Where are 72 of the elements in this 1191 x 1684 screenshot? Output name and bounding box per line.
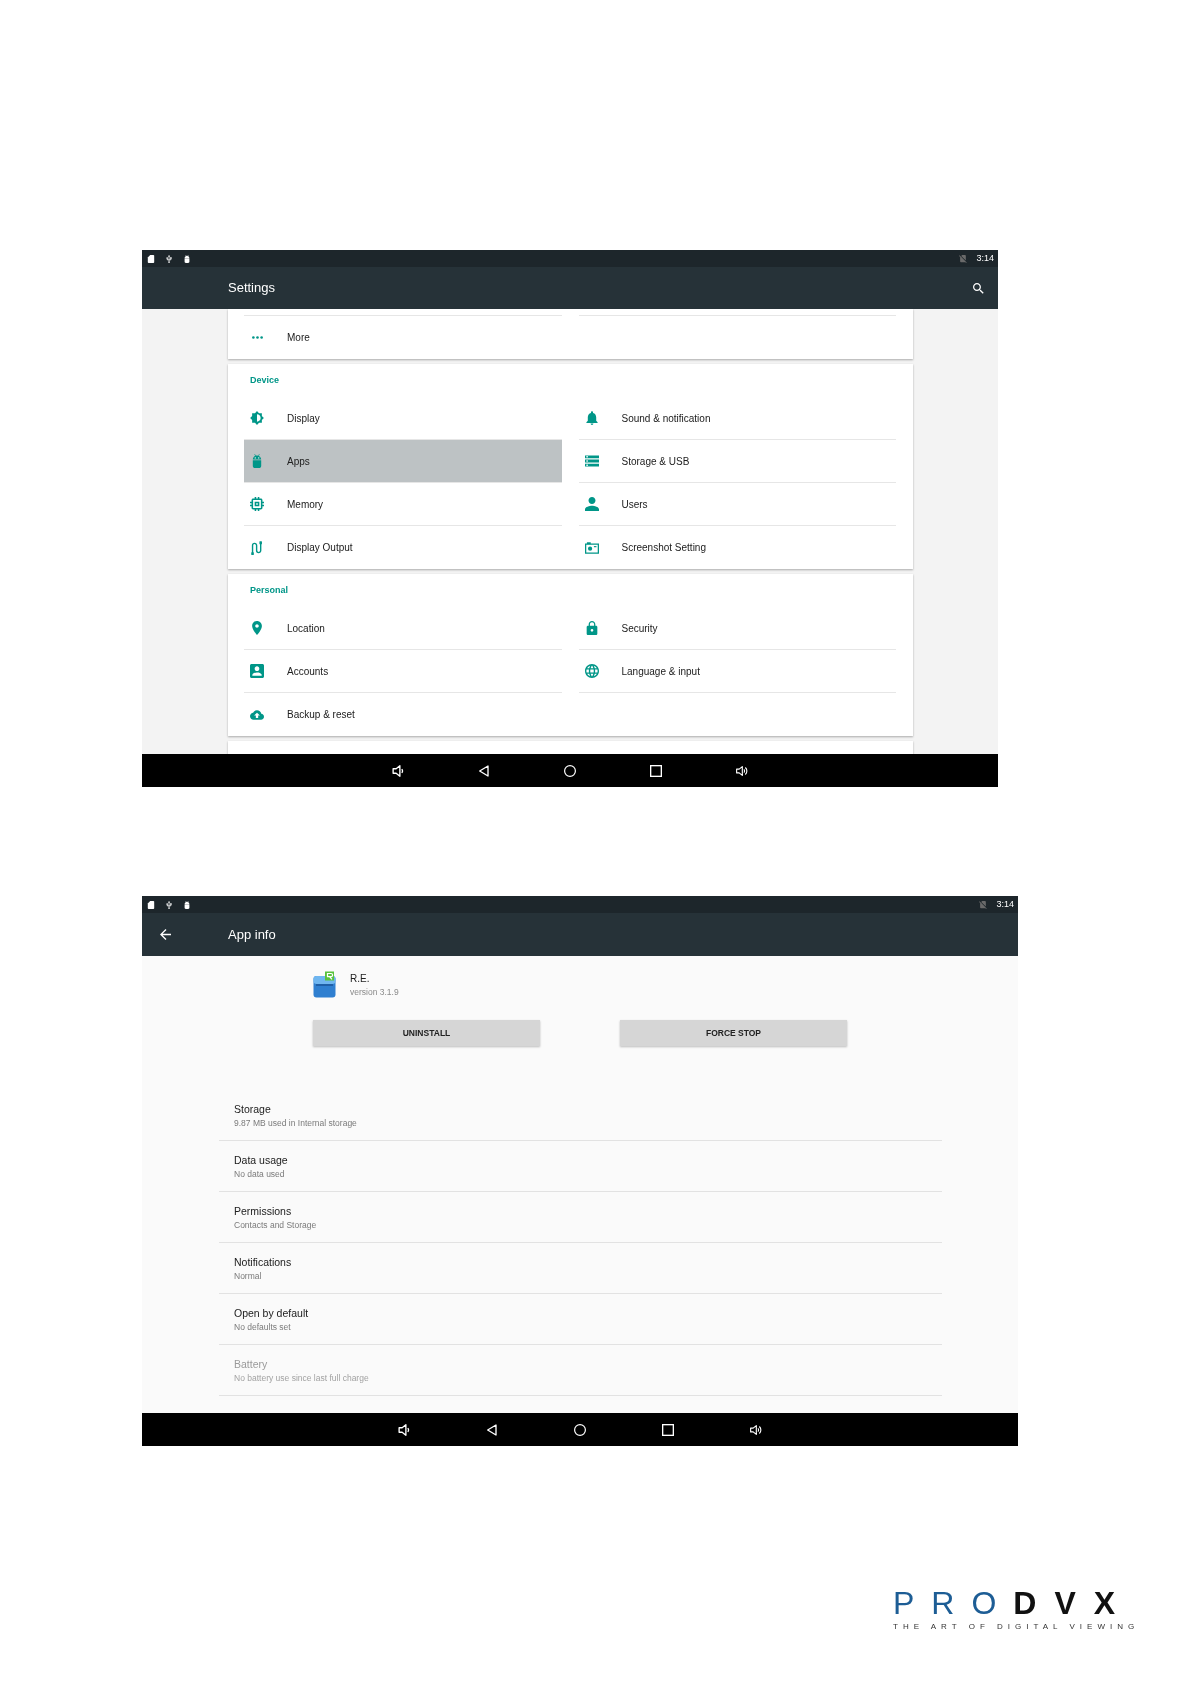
- logo-wordmark: PRO DVX: [893, 1590, 1134, 1616]
- list-icon: [584, 454, 599, 468]
- status-time: 3:14: [996, 899, 1014, 910]
- row-summary: 9.87 MB used in Internal storage: [234, 1117, 357, 1129]
- robot-icon: [183, 254, 191, 263]
- home-icon[interactable]: [564, 764, 576, 777]
- chip-icon: [250, 497, 264, 511]
- row-title: Battery: [234, 1357, 268, 1371]
- cloud-upload-icon: [250, 707, 264, 722]
- robot-icon: [183, 900, 191, 909]
- volume-down-icon[interactable]: [398, 1423, 410, 1436]
- lock-icon: [584, 621, 599, 635]
- action-button[interactable]: UNINSTALL: [313, 1020, 540, 1046]
- recents-icon[interactable]: [662, 1423, 674, 1436]
- row-summary: Contacts and Storage: [234, 1219, 317, 1231]
- settings-item[interactable]: Storage & USB: [578, 440, 896, 483]
- action-button[interactable]: FORCE STOP: [620, 1020, 847, 1046]
- contact-card-icon: [250, 664, 264, 678]
- cable-icon: [250, 540, 264, 555]
- app-icon: [313, 971, 336, 998]
- camera-icon: [584, 540, 599, 555]
- toolbar-title: Settings: [228, 280, 275, 296]
- row-summary: No defaults set: [234, 1321, 291, 1333]
- status-time: 3:14: [976, 253, 994, 264]
- logo-tagline: THE ART OF DIGITAL VIEWING: [893, 1622, 1140, 1632]
- settings-item[interactable]: Memory: [244, 483, 562, 526]
- settings-item[interactable]: Location: [244, 607, 562, 650]
- row-summary: Normal: [234, 1270, 262, 1282]
- back-arrow-icon[interactable]: [160, 929, 171, 940]
- row-title[interactable]: Notifications: [234, 1255, 292, 1269]
- toolbar-title: App info: [228, 926, 276, 943]
- home-icon[interactable]: [574, 1423, 586, 1436]
- volume-down-icon[interactable]: [392, 764, 404, 777]
- volume-up-icon[interactable]: [750, 1423, 762, 1436]
- sd-card-icon: [147, 254, 155, 263]
- bell-icon: [584, 411, 599, 425]
- recents-icon[interactable]: [650, 764, 662, 777]
- section-header: Personal: [250, 585, 289, 596]
- app-version: version 3.1.9: [350, 986, 399, 998]
- app-name: R.E.: [350, 972, 370, 986]
- robot-icon: [250, 454, 264, 468]
- settings-item[interactable]: Language & input: [578, 650, 896, 693]
- row-title[interactable]: Permissions: [234, 1204, 292, 1218]
- volume-up-icon[interactable]: [736, 764, 748, 777]
- search-icon[interactable]: [973, 282, 984, 294]
- settings-item[interactable]: Apps: [244, 440, 562, 483]
- row-title[interactable]: Data usage: [234, 1153, 288, 1167]
- settings-item[interactable]: Users: [578, 483, 896, 526]
- back-icon[interactable]: [486, 1423, 498, 1436]
- row-summary: No battery use since last full charge: [234, 1372, 369, 1384]
- usb-icon: [165, 254, 173, 263]
- no-sim-icon: [959, 254, 968, 263]
- settings-item[interactable]: Display Output: [244, 526, 562, 569]
- globe-icon: [584, 664, 599, 678]
- no-sim-icon: [979, 900, 988, 909]
- more-icon: [251, 336, 263, 339]
- person-icon: [584, 497, 599, 511]
- row-title[interactable]: Open by default: [234, 1306, 309, 1320]
- row-summary: No data used: [234, 1168, 285, 1180]
- row-title[interactable]: Storage: [234, 1102, 271, 1116]
- settings-item[interactable]: Backup & reset: [244, 693, 562, 736]
- brightness-icon: [250, 411, 264, 425]
- settings-item[interactable]: Accounts: [244, 650, 562, 693]
- settings-item[interactable]: Screenshot Setting: [578, 526, 896, 569]
- settings-item[interactable]: Security: [578, 607, 896, 650]
- sd-card-icon: [147, 900, 155, 909]
- section-header: Device: [250, 375, 280, 386]
- usb-icon: [165, 900, 173, 909]
- settings-item[interactable]: Sound & notification: [578, 397, 896, 440]
- settings-item[interactable]: More: [244, 316, 562, 359]
- location-pin-icon: [250, 621, 264, 635]
- back-icon[interactable]: [478, 764, 490, 777]
